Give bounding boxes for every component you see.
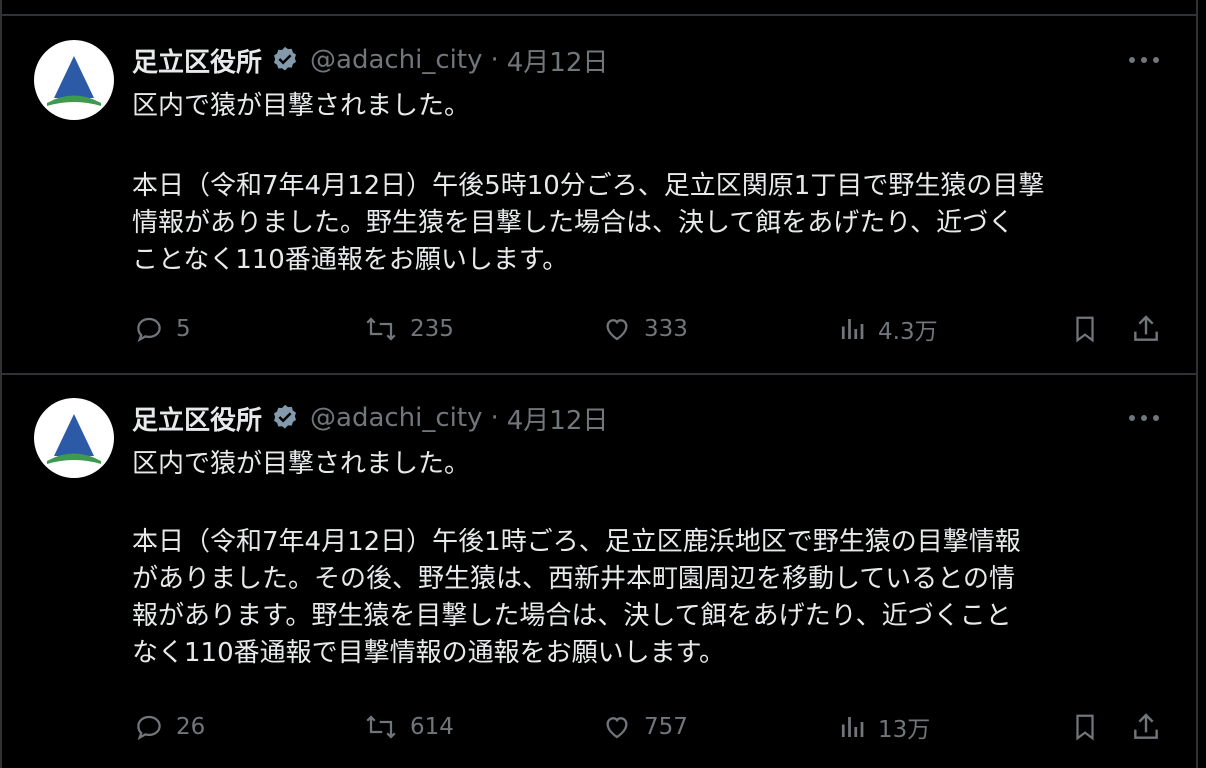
post-date[interactable]: 4月12日 — [507, 42, 609, 79]
share-icon — [1134, 713, 1158, 739]
verified-badge-icon[interactable] — [270, 403, 300, 433]
separator: · — [490, 45, 499, 75]
bookmark-icon — [1076, 316, 1094, 343]
tweet-text-body: 本日（令和7年4月12日）午後1時ごろ、足立区鹿浜地区で野生猿の目撃情報 があり… — [132, 527, 1021, 668]
timeline-right-border — [1196, 0, 1198, 768]
adachi-logo — [47, 56, 101, 106]
repost-button[interactable]: 614 — [362, 707, 454, 747]
like-button[interactable]: 757 — [600, 707, 688, 747]
reply-button[interactable]: 5 — [132, 309, 191, 349]
avatar[interactable] — [34, 40, 114, 120]
reply-icon — [137, 317, 161, 343]
views-icon — [841, 717, 864, 737]
post-date[interactable]: 4月12日 — [507, 400, 609, 437]
repost-count: 614 — [410, 714, 454, 740]
reply-button[interactable]: 26 — [132, 707, 205, 747]
like-count: 333 — [644, 316, 688, 342]
bookmark-button[interactable] — [1070, 309, 1100, 349]
bookmark-button[interactable] — [1070, 707, 1100, 747]
views-button[interactable]: 4.3万 — [836, 309, 938, 349]
adachi-logo — [47, 414, 101, 464]
tweet-header: 足立区役所 @adachi_city · 4月12日 — [132, 398, 608, 438]
reply-count: 5 — [176, 316, 191, 342]
tweet-text-line1: 区内で猿が目撃されました。 — [132, 449, 471, 479]
reply-count: 26 — [176, 714, 206, 740]
like-count: 757 — [644, 714, 688, 740]
display-name[interactable]: 足立区役所 — [132, 42, 262, 79]
more-icon[interactable] — [1128, 40, 1160, 80]
more-icon[interactable] — [1128, 398, 1160, 438]
user-handle[interactable]: @adachi_city — [310, 403, 482, 433]
like-icon — [606, 717, 628, 739]
tweet-actions: 26 614 757 13万 — [132, 707, 1172, 747]
verified-badge-icon[interactable] — [270, 45, 300, 75]
view-count: 13万 — [878, 717, 931, 743]
share-button[interactable] — [1130, 309, 1162, 349]
repost-button[interactable]: 235 — [362, 309, 454, 349]
tweet-text-body: 本日（令和7年4月12日）午後5時10分ごろ、足立区関原1丁目で野生猿の目撃 情… — [132, 171, 1045, 275]
tweet-actions: 5 235 333 4.3万 — [132, 309, 1172, 349]
user-handle[interactable]: @adachi_city — [310, 45, 482, 75]
tweet[interactable]: 足立区役所 @adachi_city · 4月12日 区内で猿が目撃されました。… — [2, 398, 1196, 768]
view-count: 4.3万 — [878, 319, 938, 345]
like-button[interactable]: 333 — [600, 309, 688, 349]
repost-count: 235 — [410, 316, 454, 342]
tweet-text-line1: 区内で猿が目撃されました。 — [132, 91, 471, 121]
share-icon — [1134, 315, 1158, 341]
tweet-header: 足立区役所 @adachi_city · 4月12日 — [132, 40, 608, 80]
share-button[interactable] — [1130, 707, 1162, 747]
timeline: 足立区役所 @adachi_city · 4月12日 区内で猿が目撃されました。… — [0, 0, 1206, 768]
divider — [0, 14, 1198, 16]
repost-icon — [366, 715, 396, 739]
avatar[interactable] — [34, 398, 114, 478]
repost-icon — [366, 317, 396, 341]
reply-icon — [137, 715, 161, 741]
separator: · — [490, 403, 499, 433]
divider — [0, 373, 1198, 375]
views-button[interactable]: 13万 — [836, 707, 930, 747]
like-icon — [606, 319, 628, 341]
tweet[interactable]: 足立区役所 @adachi_city · 4月12日 区内で猿が目撃されました。… — [2, 40, 1196, 370]
display-name[interactable]: 足立区役所 — [132, 400, 262, 437]
bookmark-icon — [1076, 714, 1094, 741]
views-icon — [841, 319, 864, 339]
